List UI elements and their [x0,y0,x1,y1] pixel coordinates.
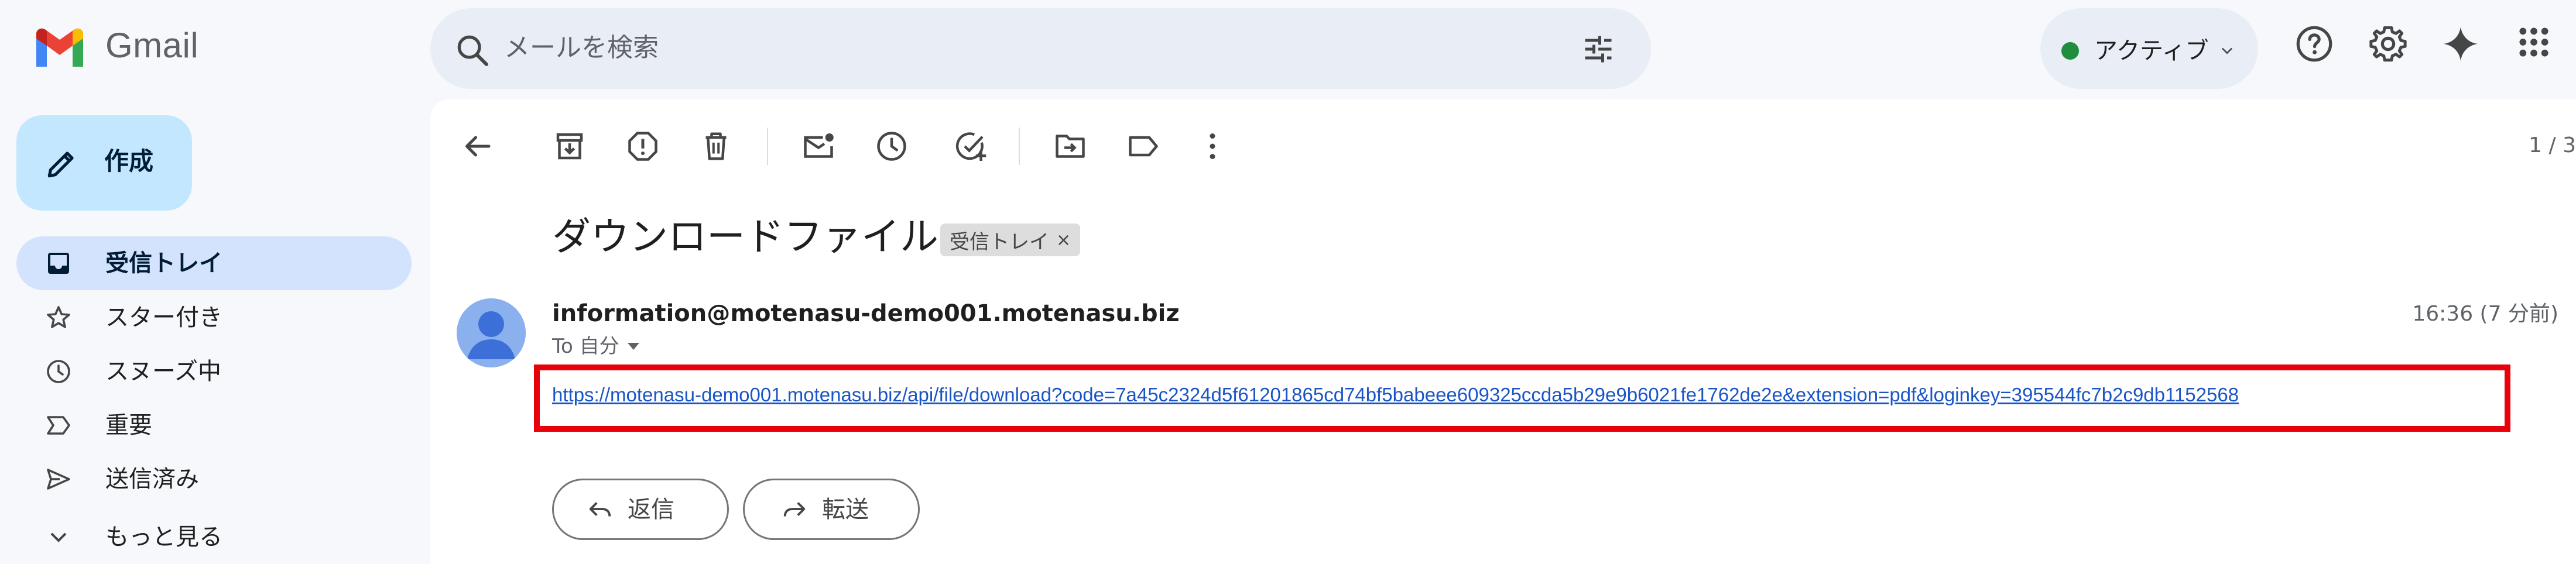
sidebar-item-inbox[interactable]: 受信トレイ [16,236,412,290]
sidebar-item-starred[interactable]: スター付き [16,291,412,345]
sidebar-item-label: もっと見る [105,524,222,551]
star-icon [44,304,73,332]
archive-icon[interactable] [552,129,587,164]
chevron-down-icon [2219,42,2235,59]
search-icon[interactable] [454,32,491,69]
status-label: アクティブ [2094,37,2209,64]
delete-trash-icon[interactable] [698,129,734,164]
sidebar-item-label: スヌーズ中 [105,358,221,385]
sidebar-item-more[interactable]: もっと見る [16,510,412,564]
sidebar-item-label: 送信済み [105,466,199,493]
forward-label: 転送 [822,496,869,523]
message-view: 1 / 3 ダウンロードファイル 受信トレイ × information@mot… [430,99,2576,564]
sidebar-item-label: スター付き [105,304,222,331]
recipient-label: To 自分 [552,335,619,358]
report-spam-icon[interactable] [625,129,660,164]
settings-gear-icon[interactable] [2368,23,2409,64]
inbox-icon [44,249,73,277]
toolbar-divider [1019,128,1020,165]
forward-icon [781,496,808,523]
inbox-label-chip[interactable]: 受信トレイ × [940,223,1081,256]
chevron-down-icon [44,523,73,551]
label-chip-text: 受信トレイ [950,230,1049,254]
snooze-clock-icon [44,357,73,386]
apps-grid-icon[interactable] [2515,23,2553,61]
mark-unread-icon[interactable] [801,129,836,164]
reply-button[interactable]: 返信 [552,479,729,540]
message-subject: ダウンロードファイル [552,214,938,259]
compose-button[interactable]: 作成 [16,115,192,211]
gmail-brand-text: Gmail [105,26,199,65]
message-timestamp: 16:36 (7 分前) [2412,302,2558,326]
send-icon [44,465,73,493]
reply-icon [587,496,614,523]
pencil-icon [43,146,80,182]
sidebar-item-important[interactable]: 重要 [16,398,412,452]
search-bar[interactable]: メールを検索 [430,8,1651,89]
download-link[interactable]: https://motenasu-demo001.motenasu.biz/ap… [552,381,2239,408]
important-icon [44,411,73,439]
sidebar-item-sent[interactable]: 送信済み [16,452,412,506]
toolbar-divider [767,128,768,165]
sidebar-item-label: 受信トレイ [105,250,222,277]
status-indicator [2061,42,2079,60]
add-task-icon[interactable] [953,129,988,164]
compose-label: 作成 [104,147,154,176]
sender-address: information@motenasu-demo001.motenasu.bi… [552,300,1180,327]
more-vert-icon[interactable] [1195,129,1230,164]
gmail-logo[interactable] [33,26,87,68]
search-options-icon[interactable] [1581,32,1616,67]
help-icon[interactable] [2294,23,2335,64]
page-count: 1 / 3 [2529,133,2576,157]
sender-avatar[interactable] [457,298,526,367]
recipient-details[interactable]: To 自分 [552,332,639,360]
sidebar-item-snoozed[interactable]: スヌーズ中 [16,345,412,398]
remove-label-icon[interactable]: × [1056,230,1071,250]
search-input[interactable]: メールを検索 [504,30,659,66]
status-selector[interactable]: アクティブ [2040,8,2258,89]
back-arrow-icon[interactable] [460,129,495,164]
move-to-folder-icon[interactable] [1053,129,1088,164]
reply-label: 返信 [628,496,674,523]
forward-button[interactable]: 転送 [743,479,920,540]
label-tag-icon[interactable] [1126,129,1161,164]
sidebar-item-label: 重要 [105,412,152,439]
gemini-sparkle-icon[interactable] [2440,23,2481,64]
snooze-icon[interactable] [874,129,909,164]
caret-down-icon [627,343,639,350]
